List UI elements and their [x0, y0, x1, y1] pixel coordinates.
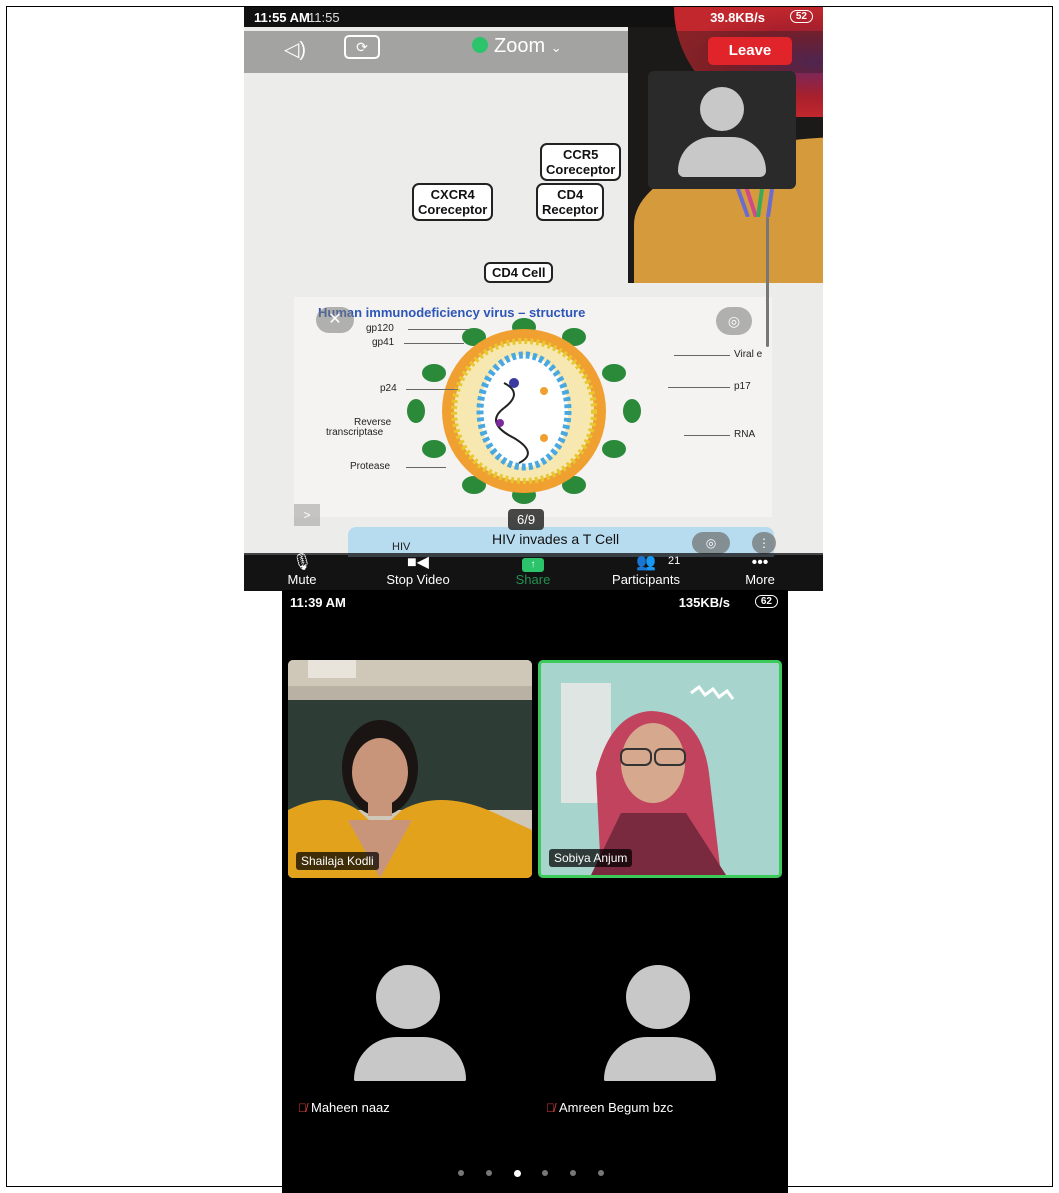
label-p24: p24	[380, 383, 397, 394]
more-vertical-icon[interactable]: ⋮	[752, 532, 776, 554]
share-arrow-icon: ↑	[522, 558, 544, 572]
page-dot[interactable]	[458, 1170, 464, 1176]
speaker-icon[interactable]: ◁)	[284, 37, 306, 62]
network-speed: 135KB/s	[678, 595, 730, 610]
label-line	[406, 467, 446, 468]
page-dot-active[interactable]	[514, 1169, 521, 1177]
label-protease: Protease	[350, 461, 391, 472]
cxcr4-coreceptor-label: CXCR4 Coreceptor	[412, 183, 494, 221]
participant-name-tag: Sobiya Anjum	[549, 849, 633, 867]
avatar-head	[700, 87, 744, 131]
mic-muted-icon: 🎙̸	[546, 1101, 555, 1115]
status-time-secondary: 11:55	[308, 10, 340, 25]
page-dot[interactable]	[570, 1170, 576, 1176]
close-icon[interactable]: ✕	[316, 307, 354, 333]
chevron-right-icon[interactable]: >	[294, 504, 320, 526]
microphone-icon: 🎙	[291, 554, 313, 571]
status-bar: 11:55 AM 11:55 39.8KB/s 52	[244, 7, 823, 27]
label-transcriptase: transcriptase	[326, 427, 384, 438]
participant-avatar-body	[604, 1037, 716, 1081]
label-gp41: gp41	[372, 337, 395, 348]
leave-button[interactable]: Leave	[708, 37, 792, 65]
participant-name-tag: Shailaja Kodli	[296, 852, 379, 870]
meeting-title[interactable]: Zoom ⌄	[472, 35, 562, 58]
label-line	[404, 343, 464, 344]
page-dot[interactable]	[542, 1170, 548, 1176]
status-bar: 11:39 AM 135KB/s 62	[282, 590, 788, 612]
participant-avatar-head	[376, 965, 440, 1029]
label-line	[668, 387, 730, 388]
page-dot[interactable]	[486, 1170, 492, 1176]
lens-scan-icon[interactable]: ◎	[716, 307, 752, 335]
network-speed: 39.8KB/s	[710, 10, 765, 25]
more-dots-icon: •••	[751, 554, 769, 571]
participant-name-label: 🎙̸ Amreen Begum bzc	[546, 1100, 674, 1115]
participant-avatar-head	[626, 965, 690, 1029]
slide-page-indicator: 6/9	[508, 509, 545, 530]
label-line	[406, 389, 458, 390]
battery-icon: 52	[789, 10, 813, 23]
mute-button[interactable]: 🎙 Mute	[280, 553, 324, 587]
self-video-thumbnail[interactable]	[648, 71, 796, 189]
zoom-gallery-screen: 11:39 AM 135KB/s 62 Shailaja Kodli Sobiy…	[282, 590, 788, 1193]
label-line	[408, 329, 468, 330]
status-time: 11:39 AM	[290, 595, 346, 610]
label-p17: p17	[734, 381, 751, 392]
label-viral-envelope: Viral e	[734, 349, 763, 360]
participants-button[interactable]: 👥 21 Participants	[598, 553, 694, 587]
video-camera-icon: ■◀	[407, 554, 429, 571]
cd4-cell-label: CD4 Cell	[484, 262, 554, 283]
lens-scan-icon[interactable]: ◎	[692, 532, 730, 554]
more-button[interactable]: ••• More	[738, 553, 782, 587]
participant-avatar-body	[354, 1037, 466, 1081]
avatar-body	[678, 137, 766, 177]
label-rna: RNA	[734, 429, 756, 440]
participant-video-tile[interactable]: Shailaja Kodli	[288, 660, 532, 878]
active-speaker-video-tile[interactable]: Sobiya Anjum	[538, 660, 782, 878]
status-time: 11:55 AM	[254, 10, 310, 25]
chevron-down-icon: ⌄	[550, 40, 562, 55]
label-line	[674, 355, 730, 356]
participants-count: 21	[668, 555, 681, 567]
stop-video-button[interactable]: ■◀ Stop Video	[372, 553, 464, 587]
battery-icon: 62	[754, 595, 778, 608]
mic-muted-icon: 🎙̸	[298, 1101, 307, 1115]
shield-check-icon	[472, 37, 488, 53]
participant-video-image	[288, 660, 532, 878]
scrollbar[interactable]	[766, 217, 769, 347]
label-gp120: gp120	[366, 323, 394, 334]
participant-video-image	[541, 663, 779, 875]
switch-camera-icon[interactable]: ⟳	[344, 35, 380, 59]
label-line	[684, 435, 730, 436]
page-dot[interactable]	[598, 1170, 604, 1176]
ccr5-coreceptor-label: CCR5 Coreceptor	[540, 143, 622, 181]
next-slide-hiv-label: HIV	[392, 541, 411, 553]
share-button[interactable]: ↑ Share	[510, 553, 556, 587]
cd4-receptor-label: CD4 Receptor	[536, 183, 605, 221]
participant-name-label: 🎙̸ Maheen naaz	[298, 1100, 390, 1115]
next-slide-title: HIV invades a T Cell	[492, 531, 620, 547]
zoom-share-screen: CCR5 Coreceptor CXCR4 Coreceptor CD4 Recept…	[244, 7, 823, 591]
